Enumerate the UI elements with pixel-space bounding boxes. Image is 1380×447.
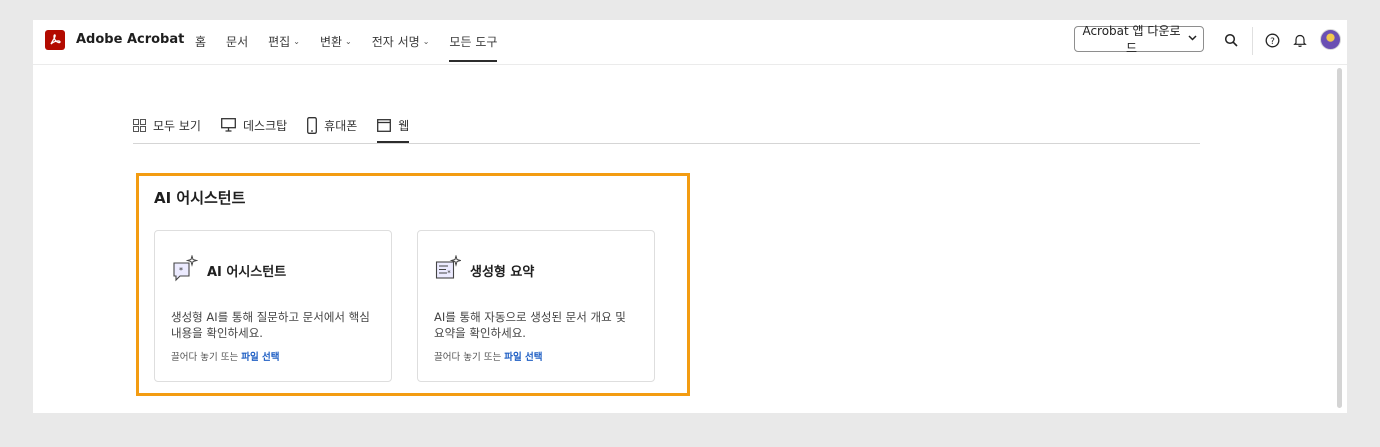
drop-text: 끌어다 놓기 또는 — [171, 352, 239, 363]
nav-all-tools[interactable]: 모든 도구 — [449, 20, 497, 64]
svg-text:*: * — [447, 269, 451, 277]
chevron-down-icon: ⌄ — [293, 37, 300, 46]
nav-convert[interactable]: 변환 ⌄ — [320, 20, 352, 64]
download-button-label: Acrobat 앱 다운로드 — [1082, 24, 1181, 55]
card-description: AI를 통해 자동으로 생성된 문서 개요 및 요약을 확인하세요. — [434, 310, 626, 340]
app-window: Adobe Acrobat 홈 문서 편집 ⌄ 변환 ⌄ 전자 서명 ⌄ 모든 도구 … — [33, 20, 1347, 413]
nav-edit[interactable]: 편집 ⌄ — [268, 20, 300, 64]
tool-card-generative-summary[interactable]: * 생성형 요약 AI를 통해 자동으로 생성된 문서 개요 및 요약을 확인하… — [417, 230, 655, 382]
ai-assistant-section: AI 어시스턴트 * AI 어시스턴트 생성형 AI를 통해 질문하고 문서에서… — [136, 173, 690, 396]
svg-text:*: * — [179, 266, 183, 275]
tool-card-ai-assistant[interactable]: * AI 어시스턴트 생성형 AI를 통해 질문하고 문서에서 핵심 내용을 확… — [154, 230, 392, 382]
card-description: 생성형 AI를 통해 질문하고 문서에서 핵심 내용을 확인하세요. — [171, 310, 370, 340]
tab-all-label: 모두 보기 — [153, 118, 201, 133]
main-nav: 홈 문서 편집 ⌄ 변환 ⌄ 전자 서명 ⌄ 모든 도구 — [195, 20, 517, 64]
select-file-link[interactable]: 파일 선택 — [241, 352, 279, 363]
search-icon[interactable] — [1222, 31, 1240, 49]
tab-web[interactable]: 웹 — [377, 110, 410, 143]
card-title: AI 어시스턴트 — [207, 265, 287, 280]
download-acrobat-button[interactable]: Acrobat 앱 다운로드 — [1074, 24, 1204, 55]
brand-name[interactable]: Adobe Acrobat — [76, 32, 184, 47]
nav-edit-label: 편집 — [268, 35, 291, 49]
top-navigation-bar: Adobe Acrobat 홈 문서 편집 ⌄ 변환 ⌄ 전자 서명 ⌄ 모든 도구 … — [33, 20, 1347, 65]
tab-desktop-label: 데스크탑 — [242, 118, 288, 133]
section-title: AI 어시스턴트 — [154, 189, 246, 207]
nav-esign-label: 전자 서명 — [371, 35, 420, 49]
tab-desktop[interactable]: 데스크탑 — [221, 110, 287, 140]
nav-home-label: 홈 — [195, 35, 207, 49]
tab-all[interactable]: 모두 보기 — [133, 110, 201, 140]
nav-home[interactable]: 홈 — [195, 20, 206, 64]
vertical-scrollbar[interactable] — [1337, 68, 1342, 408]
acrobat-logo-icon[interactable] — [45, 30, 65, 50]
card-drop-hint: 끌어다 놓기 또는 파일 선택 — [171, 349, 280, 363]
drop-text: 끌어다 놓기 또는 — [434, 352, 502, 363]
platform-filter-tabs: 모두 보기 데스크탑 휴대폰 웹 — [133, 110, 429, 144]
tab-phone-label: 휴대폰 — [324, 118, 358, 133]
summary-sparkle-icon: * — [435, 255, 461, 279]
nav-esign[interactable]: 전자 서명 ⌄ — [372, 20, 430, 64]
nav-all-tools-label: 모든 도구 — [449, 35, 498, 49]
grid-icon — [133, 118, 146, 132]
ai-chat-sparkle-icon: * — [173, 255, 198, 282]
help-icon[interactable]: ? — [1263, 31, 1281, 49]
nav-convert-label: 변환 — [319, 35, 343, 49]
nav-documents-label: 문서 — [226, 35, 249, 49]
card-drop-hint: 끌어다 놓기 또는 파일 선택 — [434, 349, 543, 363]
toolbar-divider — [1252, 27, 1253, 55]
select-file-link[interactable]: 파일 선택 — [504, 352, 542, 363]
web-icon — [377, 118, 392, 132]
chevron-down-icon — [1188, 34, 1197, 44]
chevron-down-icon: ⌄ — [422, 37, 430, 46]
bell-icon[interactable] — [1291, 31, 1309, 49]
chevron-down-icon: ⌄ — [345, 37, 352, 46]
svg-text:?: ? — [1270, 37, 1275, 47]
nav-documents[interactable]: 문서 — [226, 20, 248, 64]
phone-icon — [307, 116, 318, 134]
avatar[interactable] — [1320, 29, 1341, 50]
desktop-icon — [221, 118, 236, 132]
tab-web-label: 웹 — [398, 118, 410, 133]
tabs-divider — [133, 143, 1200, 144]
card-title: 생성형 요약 — [470, 265, 535, 280]
tab-phone[interactable]: 휴대폰 — [307, 110, 357, 140]
